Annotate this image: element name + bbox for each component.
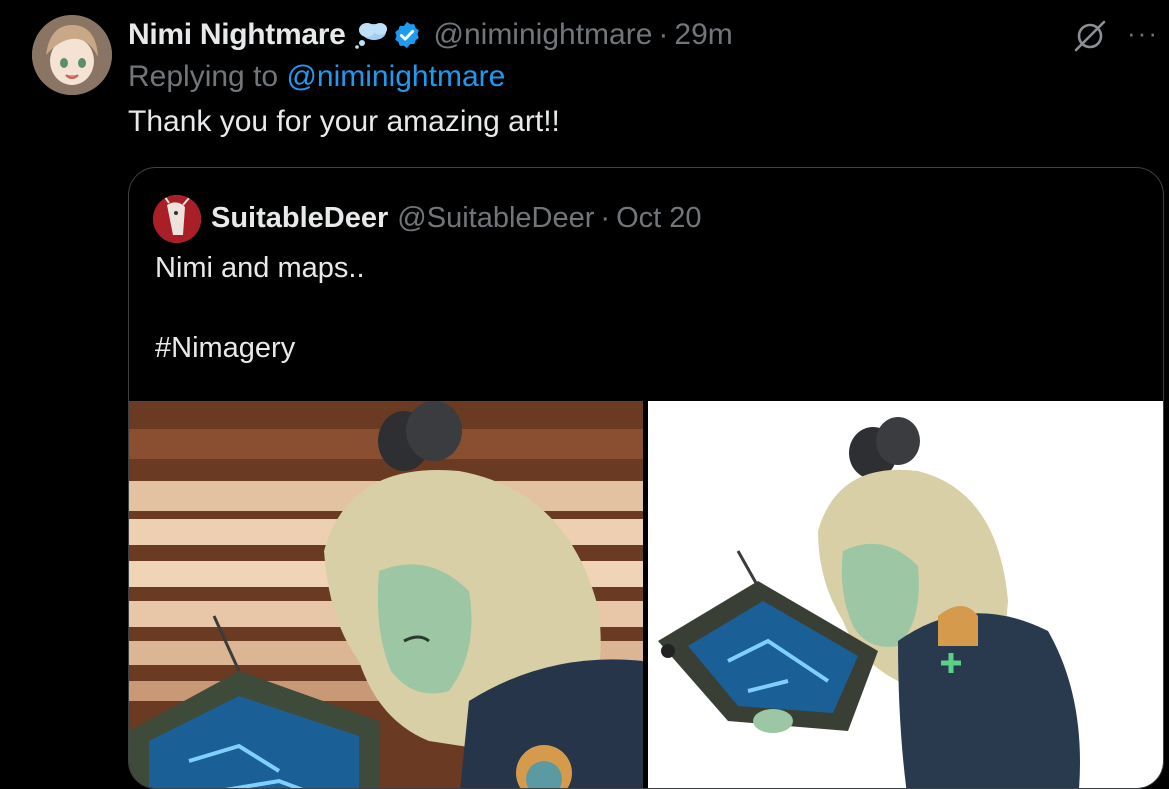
quote-author-avatar[interactable] xyxy=(153,195,201,243)
author-name[interactable]: Nimi Nightmare xyxy=(128,18,346,52)
replying-prefix: Replying to xyxy=(128,60,279,93)
quote-header: SuitableDeer @SuitableDeer · Oct 20 xyxy=(211,196,702,240)
author-avatar[interactable] xyxy=(32,15,112,95)
hashtag-link[interactable]: #Nimagery xyxy=(155,332,295,365)
replying-to: Replying to @niminightmare xyxy=(128,60,505,94)
media-image-right[interactable] xyxy=(648,401,1163,788)
quote-author-handle[interactable]: @SuitableDeer xyxy=(397,202,594,235)
replying-handle-link[interactable]: @niminightmare xyxy=(286,60,505,93)
author-handle[interactable]: @niminightmare xyxy=(434,18,653,52)
quote-text-line: Nimi and maps.. xyxy=(155,252,365,284)
quote-date[interactable]: Oct 20 xyxy=(616,202,701,235)
avatar-image xyxy=(32,15,112,95)
media-image-left[interactable] xyxy=(129,401,643,788)
tweet-header: Nimi Nightmare @niminightmare · 29m xyxy=(128,14,733,56)
verified-icon[interactable] xyxy=(392,20,422,50)
thought-bubble-icon xyxy=(354,21,388,49)
tweet-time[interactable]: 29m xyxy=(674,18,732,52)
illustration-striped-background xyxy=(129,401,643,788)
quote-avatar-image xyxy=(153,195,201,243)
quote-separator-dot: · xyxy=(600,201,611,234)
illustration-white-background xyxy=(648,401,1163,788)
more-icon[interactable]: ··· xyxy=(1127,20,1161,50)
quote-author-name[interactable]: SuitableDeer xyxy=(211,202,388,235)
quote-tweet-card[interactable]: SuitableDeer @SuitableDeer · Oct 20 Nimi… xyxy=(128,167,1164,789)
tweet-text: Thank you for your amazing art!! xyxy=(128,105,560,138)
grok-icon[interactable] xyxy=(1073,19,1107,53)
separator-dot: · xyxy=(658,18,669,51)
